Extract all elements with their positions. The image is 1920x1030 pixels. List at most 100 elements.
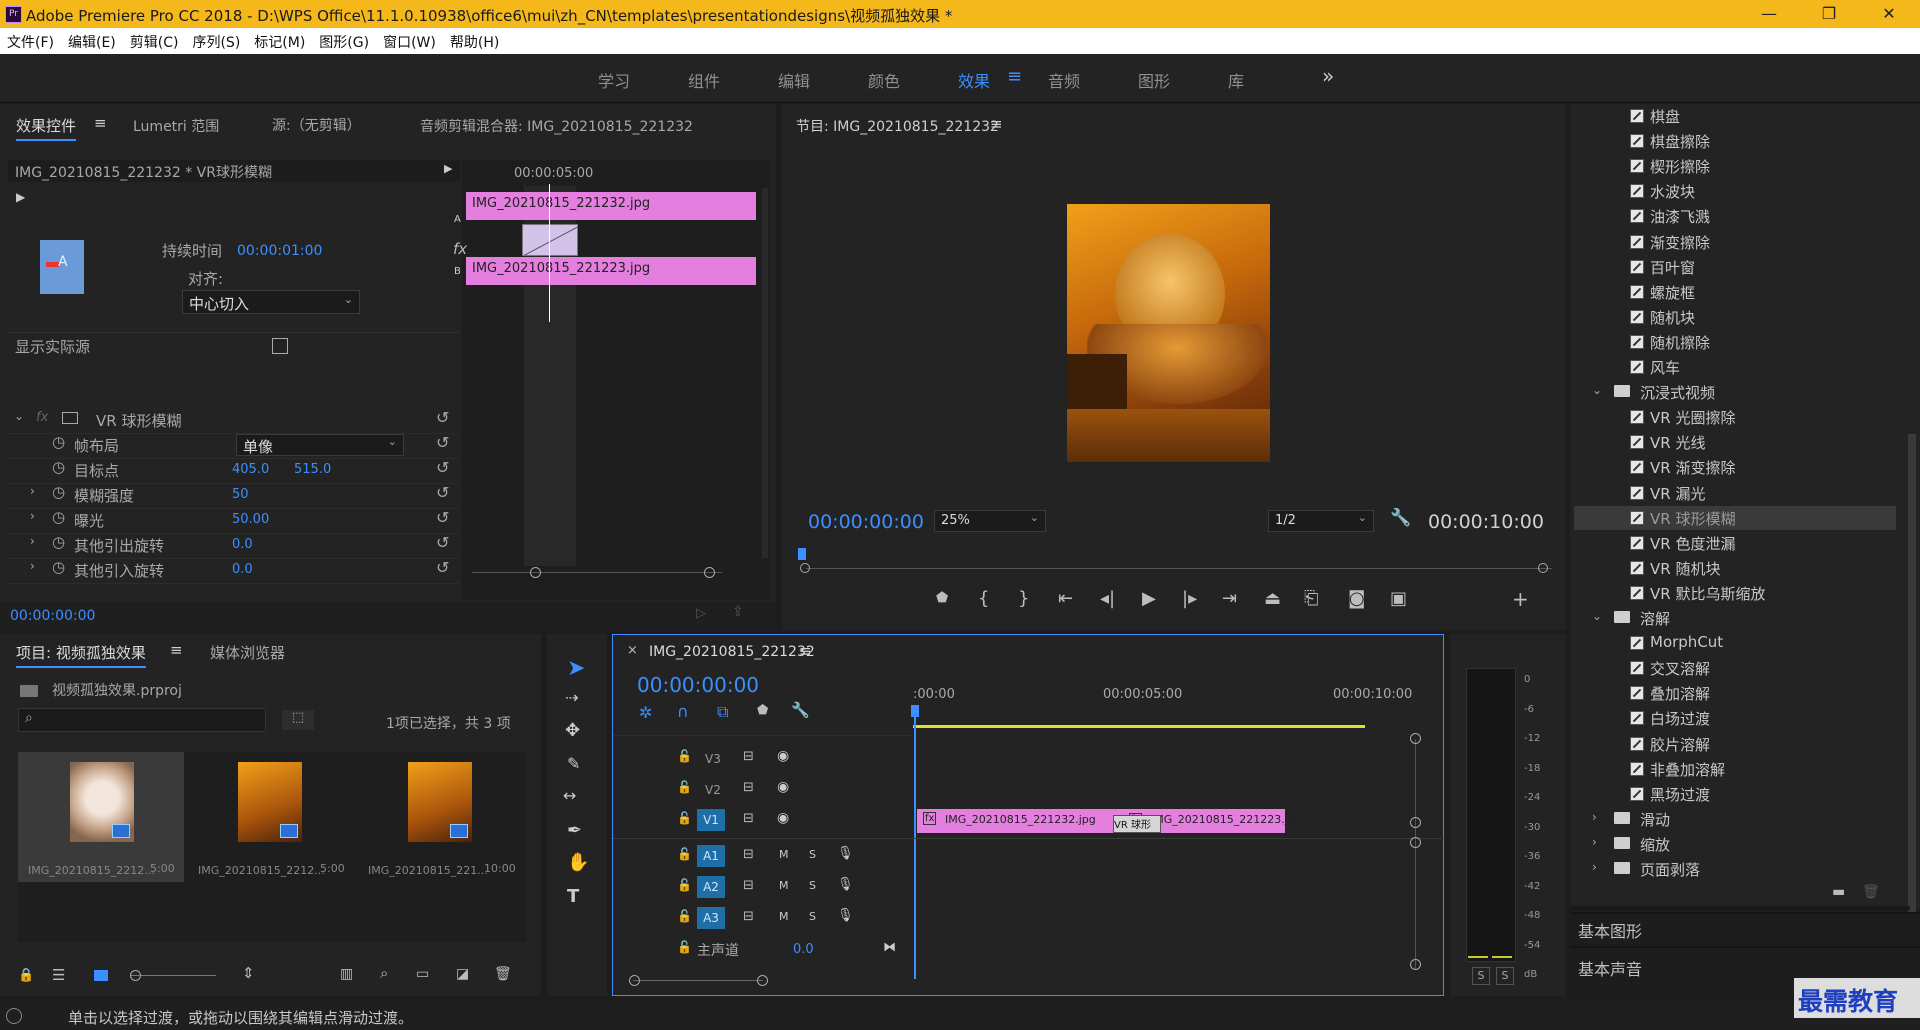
playhead-marker[interactable] (798, 548, 806, 560)
chevron-right-icon[interactable]: › (1592, 835, 1597, 849)
snap-magnet-icon[interactable]: ∩ (677, 702, 689, 721)
tab-audio-clip-mixer[interactable]: 音频剪辑混合器: IMG_20210815_221232 (420, 116, 693, 136)
sync-lock-icon[interactable]: ⊟ (743, 878, 754, 893)
lock-icon[interactable]: 🔓 (677, 847, 692, 861)
menu-sequence[interactable]: 序列(S) (185, 28, 247, 52)
effect-item[interactable]: VR 光圈擦除 (1574, 405, 1896, 429)
delete-icon[interactable]: 🗑 (494, 966, 512, 982)
automate-sequence-icon[interactable]: ▥ (340, 966, 353, 982)
zoom-slider-handle[interactable] (130, 970, 141, 981)
effect-item[interactable]: 渐变擦除 (1574, 230, 1896, 254)
resolution-dropdown[interactable]: 1/2 ⌄ (1268, 510, 1374, 532)
lock-icon[interactable]: 🔓 (677, 811, 692, 825)
razor-tool-icon[interactable]: ✎ (567, 754, 580, 773)
new-search-bin-icon[interactable]: ⬚ (282, 710, 314, 730)
ec-clip-a[interactable]: IMG_20210815_221232.jpg (466, 192, 756, 220)
work-area-bar[interactable] (913, 725, 1365, 728)
zoom-dropdown[interactable]: 25% ⌄ (934, 510, 1046, 532)
icon-view-icon[interactable] (94, 970, 108, 981)
lock-icon[interactable]: 🔒 (18, 968, 34, 983)
new-bin-icon[interactable]: ▭ (416, 966, 429, 982)
effect-item[interactable]: 随机擦除 (1574, 330, 1896, 354)
timeline-playhead[interactable] (911, 705, 919, 717)
effect-item[interactable]: 风车 (1574, 355, 1896, 379)
chevron-right-icon[interactable]: › (1592, 860, 1597, 874)
program-menu-icon[interactable]: ≡ (990, 115, 1003, 133)
ec-transition-block[interactable] (522, 224, 578, 256)
timeline-timecode[interactable]: 00:00:00:00 (637, 673, 759, 697)
program-timecode[interactable]: 00:00:00:00 (808, 511, 924, 533)
step-back-icon[interactable]: ◂| (1100, 588, 1115, 609)
tab-media-browser[interactable]: 媒体浏览器 (210, 642, 285, 663)
add-button-icon[interactable]: + (1512, 587, 1529, 611)
sequence-tab[interactable]: IMG_20210815_221232 (649, 644, 815, 660)
tab-source[interactable]: 源:（无剪辑） (272, 115, 361, 135)
workspace-color[interactable]: 颜色 (868, 68, 900, 92)
effect-item[interactable]: 螺旋框 (1574, 280, 1896, 304)
eye-icon[interactable]: ◉ (777, 779, 789, 795)
effect-item[interactable]: VR 渐变擦除 (1574, 455, 1896, 479)
rotation-in-value[interactable]: 0.0 (232, 562, 253, 577)
project-clip-thumb[interactable]: IMG_20210815_221... 10:00 (360, 752, 526, 882)
effect-item[interactable]: 棋盘 (1574, 104, 1896, 128)
stopwatch-icon[interactable]: ◷ (52, 458, 65, 476)
menu-help[interactable]: 帮助(H) (443, 28, 506, 52)
pen-tool-icon[interactable]: ✒ (567, 820, 582, 841)
effect-folder[interactable]: ⌄ 溶解 (1574, 606, 1896, 630)
workspace-libraries[interactable]: 库 (1228, 68, 1244, 92)
tab-lumetri-scopes[interactable]: Lumetri 范围 (133, 116, 219, 136)
find-icon[interactable]: ⌕ (380, 964, 388, 982)
list-view-icon[interactable]: ☰ (52, 966, 65, 984)
mark-out-icon[interactable]: } (1018, 588, 1029, 609)
nest-toggle-icon[interactable]: ✲ (639, 703, 652, 722)
chevron-right-icon[interactable]: › (1592, 810, 1597, 824)
play-audio-icon[interactable]: ▷ (696, 606, 706, 621)
hand-tool-icon[interactable]: ✋ (567, 852, 589, 873)
sync-lock-icon[interactable]: ⊟ (743, 847, 754, 862)
timeline-zoom-bar[interactable] (633, 980, 763, 981)
effect-item[interactable]: 棋盘擦除 (1574, 129, 1896, 153)
go-to-out-icon[interactable]: ⇥ (1222, 588, 1237, 609)
timeline-clip-v1[interactable]: fx IMG_20210815_221232.jpg fx IMG_202108… (917, 809, 1302, 833)
workspace-menu-icon[interactable]: ≡ (1007, 66, 1022, 87)
track-label[interactable]: V2 (705, 783, 721, 797)
minimize-button[interactable]: — (1746, 2, 1792, 26)
sync-lock-icon[interactable]: ⊟ (743, 749, 754, 764)
export-frame-camera-icon[interactable]: ◙ (1348, 588, 1365, 609)
selection-tool-icon[interactable]: ➤ (567, 656, 585, 681)
zoom-handle-right[interactable] (704, 567, 715, 578)
stopwatch-icon[interactable]: ◷ (52, 558, 65, 576)
timeline-settings-icon[interactable]: 🔧 (791, 701, 810, 719)
duration-value[interactable]: 00:00:01:00 (237, 243, 322, 259)
workspace-effects[interactable]: 效果 (958, 68, 990, 92)
workspace-learn[interactable]: 学习 (598, 68, 630, 92)
fx-toggle-icon[interactable]: fx (36, 410, 48, 425)
lock-icon[interactable]: 🔓 (677, 909, 692, 923)
effect-item[interactable]: 随机块 (1574, 305, 1896, 329)
compare-view-icon[interactable]: ▣ (1390, 588, 1407, 609)
sync-lock-icon[interactable]: ⊟ (743, 811, 754, 826)
effect-item[interactable]: 黑场过渡 (1574, 782, 1896, 806)
maximize-button[interactable]: ❐ (1806, 2, 1852, 26)
linked-selection-icon[interactable]: ⧉ (717, 702, 728, 722)
alignment-dropdown[interactable]: 中心切入 ⌄ (182, 290, 360, 314)
effect-item[interactable]: VR 默比乌斯缩放 (1574, 581, 1896, 605)
effect-item[interactable]: VR 球形模糊 (1574, 505, 1896, 530)
effect-item[interactable]: 非叠加溶解 (1574, 757, 1896, 781)
mute-button[interactable]: M (779, 879, 789, 892)
target-x-value[interactable]: 405.0 (232, 462, 269, 477)
blur-strength-value[interactable]: 50 (232, 487, 249, 502)
reset-icon[interactable]: ↺ (436, 508, 449, 527)
track-target-v1[interactable]: V1 (697, 809, 725, 831)
program-title[interactable]: 节目: IMG_20210815_221232 (796, 116, 999, 136)
effect-folder[interactable]: › 页面剥落 (1574, 857, 1896, 881)
timeline-menu-icon[interactable]: ≡ (799, 642, 812, 660)
ripple-edit-tool-icon[interactable]: ✥ (565, 720, 580, 741)
project-clip-thumb[interactable]: IMG_20210815_2212... 5:00 (190, 752, 356, 882)
zoom-handle-left[interactable] (530, 567, 541, 578)
mute-button[interactable]: M (779, 848, 789, 861)
eye-icon[interactable]: ◉ (777, 810, 789, 826)
effect-folder[interactable]: ⌄ 沉浸式视频 (1574, 380, 1896, 404)
expand-arrow-icon[interactable]: ▶ (444, 162, 452, 175)
workspace-editing[interactable]: 编辑 (778, 68, 810, 92)
